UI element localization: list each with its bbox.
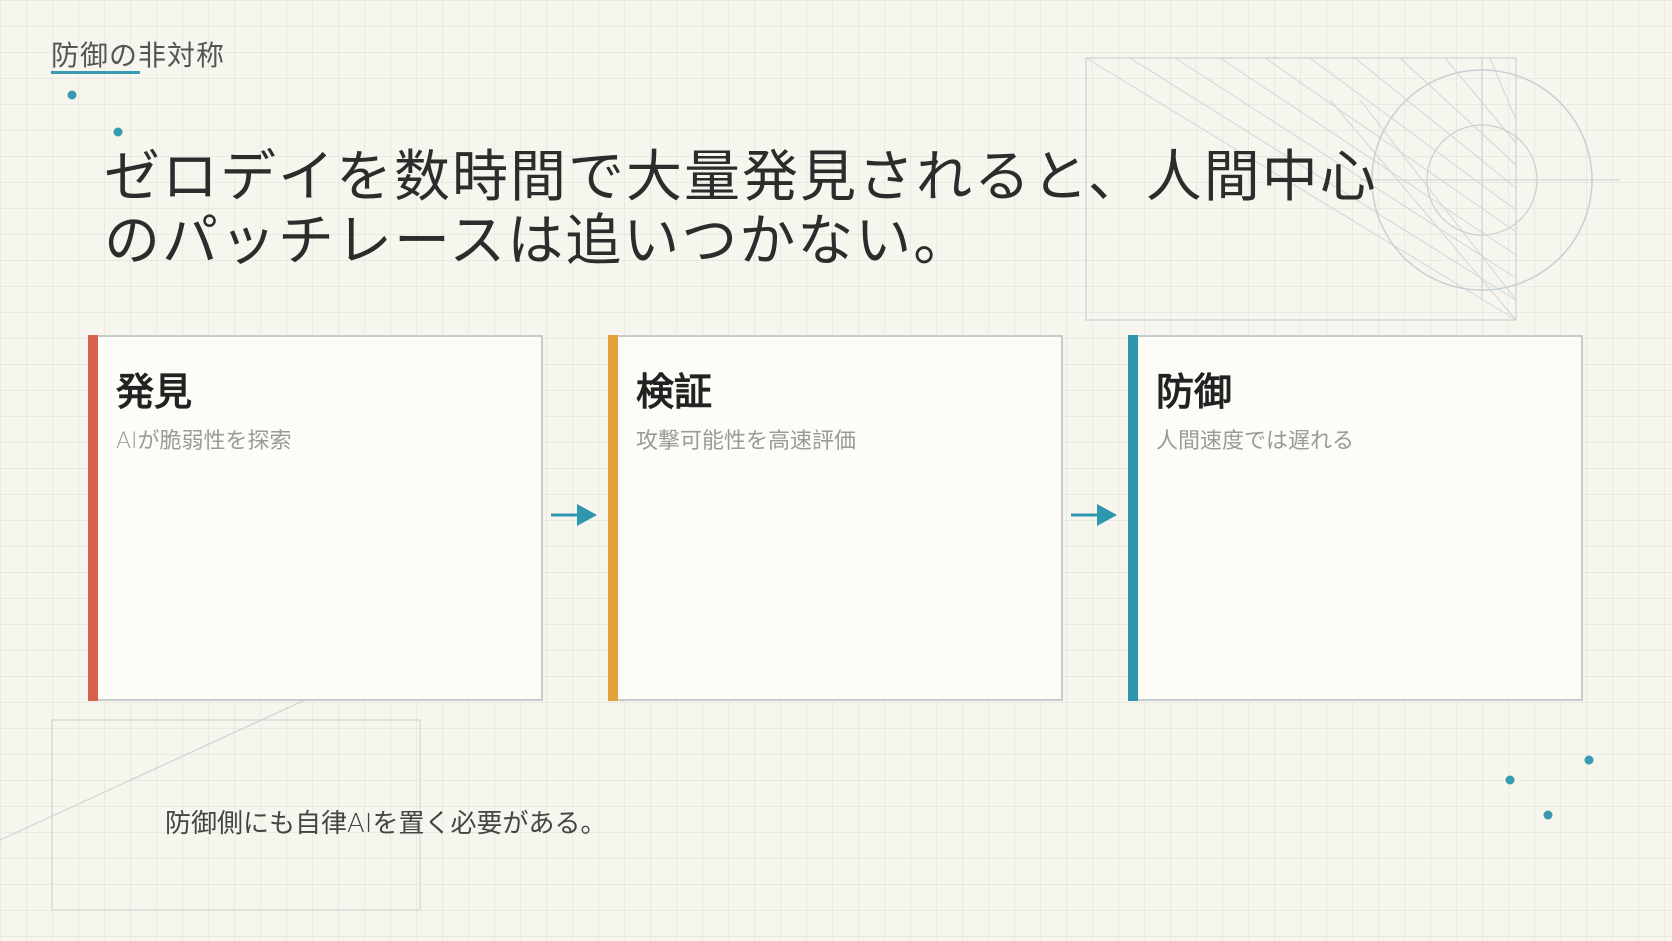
arrow-right-icon bbox=[1071, 504, 1117, 526]
card-description: AIが脆弱性を探索 bbox=[116, 429, 292, 454]
slide-footnote: 防御側にも自律AIを置く必要がある。 bbox=[165, 809, 607, 839]
card-title: 検証 bbox=[636, 370, 713, 414]
slide-headline: ゼロデイを数時間で大量発見されると、人間中心のパッチレースは追いつかない。 bbox=[104, 145, 1378, 274]
card-description: 攻撃可能性を高速評価 bbox=[636, 429, 857, 454]
card-title: 防御 bbox=[1156, 370, 1233, 414]
card-accent-bar bbox=[1128, 335, 1138, 701]
deco-dot bbox=[1543, 810, 1553, 820]
section-underline bbox=[51, 71, 140, 74]
card-accent-bar bbox=[608, 335, 618, 701]
card-defense: 防御 人間速度では遅れる bbox=[1128, 335, 1583, 701]
card-title: 発見 bbox=[116, 370, 193, 414]
card-discovery: 発見 AIが脆弱性を探索 bbox=[88, 335, 543, 701]
card-description: 人間速度では遅れる bbox=[1156, 429, 1355, 454]
arrow-right-icon bbox=[551, 504, 597, 526]
deco-dot bbox=[1505, 775, 1515, 785]
card-verification: 検証 攻撃可能性を高速評価 bbox=[608, 335, 1063, 701]
card-accent-bar bbox=[88, 335, 98, 701]
deco-dot bbox=[67, 90, 77, 100]
deco-dot bbox=[113, 127, 123, 137]
section-label: 防御の非対称 bbox=[51, 39, 226, 72]
deco-dot bbox=[1584, 755, 1594, 765]
